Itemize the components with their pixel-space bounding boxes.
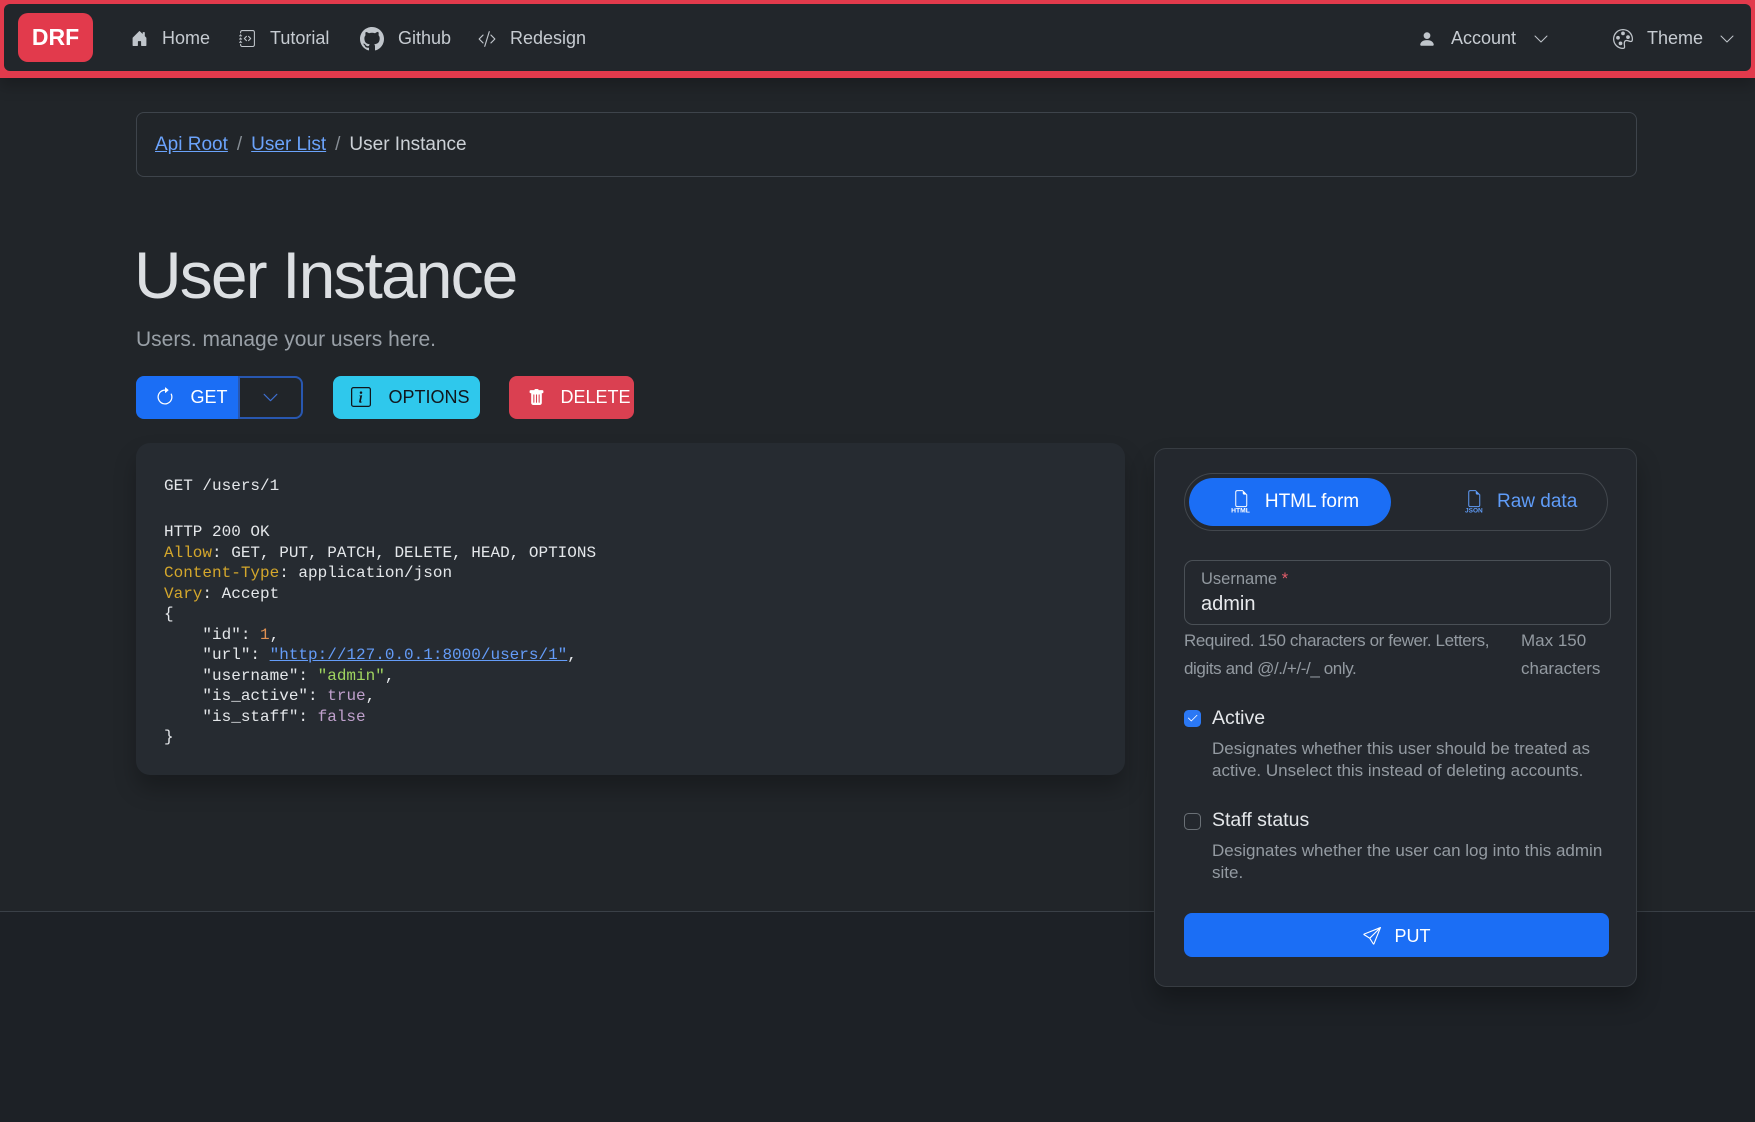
- svg-text:JSON: JSON: [1465, 508, 1483, 514]
- svg-text:HTML: HTML: [1231, 508, 1250, 514]
